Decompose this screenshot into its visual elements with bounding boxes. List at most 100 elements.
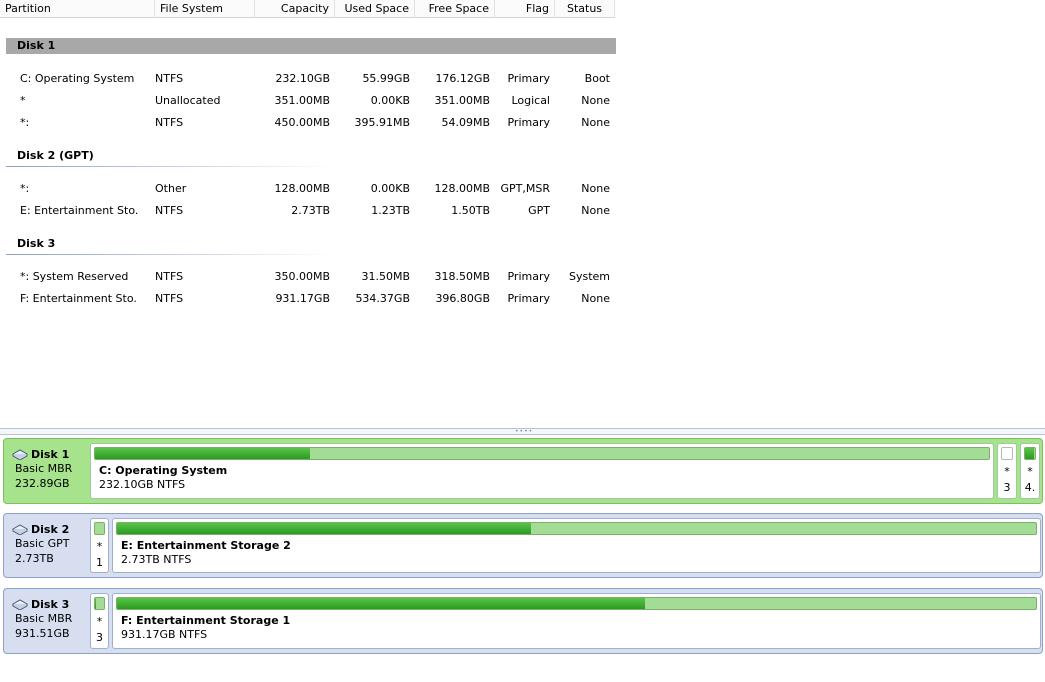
table-row[interactable]: E: Entertainment Sto... NTFS 2.73TB 1.23…	[0, 201, 620, 221]
cell-used-space: 55.99GB	[362, 72, 410, 85]
column-used-space[interactable]: Used Space	[335, 0, 415, 18]
partition-label: *	[1004, 465, 1010, 478]
cell-capacity: 450.00MB	[274, 116, 330, 129]
cell-partition: *	[20, 94, 26, 107]
cell-capacity: 351.00MB	[274, 94, 330, 107]
cell-file-system: NTFS	[155, 292, 184, 305]
usage-bar	[116, 597, 1037, 610]
cell-file-system: Unallocated	[155, 94, 221, 107]
usage-bar	[1024, 447, 1036, 460]
usage-fill	[117, 598, 645, 609]
partition-list[interactable]: Partition File System Capacity Used Spac…	[0, 0, 1045, 428]
cell-status: None	[581, 182, 610, 195]
column-file-system[interactable]: File System	[155, 0, 255, 18]
cell-free-space: 54.09MB	[441, 116, 490, 129]
disk-map-disk-2[interactable]: Disk 2 Basic GPT 2.73TB * 1 E: Entertain…	[3, 513, 1043, 578]
cell-partition: *:	[20, 182, 30, 195]
cell-partition: E: Entertainment Sto...	[20, 204, 138, 217]
disk-name: Disk 3	[31, 597, 70, 611]
partition-block[interactable]: C: Operating System 232.10GB NTFS	[90, 443, 994, 499]
cell-flag: GPT,MSR	[500, 182, 551, 195]
cell-flag: GPT	[528, 204, 550, 217]
cell-file-system: NTFS	[155, 72, 184, 85]
table-row[interactable]: *: NTFS 450.00MB 395.91MB 54.09MB Primar…	[0, 113, 620, 133]
partition-number: 3	[1003, 481, 1011, 494]
table-row[interactable]: * Unallocated 351.00MB 0.00KB 351.00MB L…	[0, 91, 620, 111]
disk-map-disk-3[interactable]: Disk 3 Basic MBR 931.51GB * 3 F: Enterta…	[3, 588, 1043, 654]
partition-block[interactable]: * 3	[90, 593, 109, 649]
cell-capacity: 350.00MB	[274, 270, 330, 283]
partition-number: 3	[96, 631, 103, 644]
hard-disk-icon	[12, 448, 28, 460]
cell-partition: C: Operating System	[20, 72, 135, 85]
cell-used-space: 534.37GB	[355, 292, 410, 305]
group-divider	[6, 166, 336, 167]
disk-group-title[interactable]: Disk 1	[6, 38, 616, 54]
partition-name: C: Operating System	[99, 464, 228, 477]
cell-free-space: 128.00MB	[434, 182, 490, 195]
cell-file-system: NTFS	[155, 204, 184, 217]
disk-group-title[interactable]: Disk 2 (GPT)	[6, 148, 616, 164]
partition-name: E: Entertainment Storage 2	[121, 539, 291, 552]
partition-desc: 232.10GB NTFS	[99, 478, 186, 491]
column-status[interactable]: Status	[555, 0, 615, 18]
table-row[interactable]: C: Operating System NTFS 232.10GB 55.99G…	[0, 69, 620, 89]
usage-fill	[117, 523, 531, 534]
partition-block[interactable]: * 1	[90, 518, 109, 573]
disk-map-disk-1[interactable]: Disk 1 Basic MBR 232.89GB C: Operating S…	[3, 438, 1043, 504]
partition-block[interactable]: * 3	[997, 443, 1017, 499]
splitter-grip-icon[interactable]: ••••	[515, 429, 533, 435]
cell-used-space: 1.23TB	[371, 204, 410, 217]
cell-free-space: 396.80GB	[435, 292, 490, 305]
partition-desc: 2.73TB NTFS	[121, 553, 192, 566]
cell-flag: Logical	[511, 94, 550, 107]
cell-status: None	[581, 116, 610, 129]
cell-flag: Primary	[507, 292, 550, 305]
cell-used-space: 0.00KB	[370, 94, 410, 107]
disk-size: 2.73TB	[15, 552, 54, 565]
partition-label: *	[96, 615, 103, 628]
table-row[interactable]: F: Entertainment Sto... NTFS 931.17GB 53…	[0, 289, 620, 309]
disk-size: 931.51GB	[15, 627, 70, 640]
cell-capacity: 232.10GB	[275, 72, 330, 85]
cell-flag: Primary	[507, 270, 550, 283]
disk-map: Disk 1 Basic MBR 232.89GB C: Operating S…	[0, 435, 1045, 682]
partition-name: F: Entertainment Storage 1	[121, 614, 291, 627]
usage-bar	[94, 522, 105, 535]
cell-used-space: 31.50MB	[361, 270, 410, 283]
usage-bar	[1001, 447, 1013, 460]
table-row[interactable]: *: Other 128.00MB 0.00KB 128.00MB GPT,MS…	[0, 179, 620, 199]
table-row[interactable]: *: System Reserved NTFS 350.00MB 31.50MB…	[0, 267, 620, 287]
partition-block[interactable]: F: Entertainment Storage 1 931.17GB NTFS	[112, 593, 1041, 649]
usage-fill	[95, 448, 311, 459]
disk-info: Disk 1 Basic MBR 232.89GB	[4, 439, 90, 503]
cell-flag: Primary	[507, 116, 550, 129]
cell-status: Boot	[584, 72, 610, 85]
hard-disk-icon	[12, 598, 28, 610]
partition-block[interactable]: * 4.	[1020, 443, 1040, 499]
disk-type: Basic MBR	[15, 462, 73, 475]
column-free-space[interactable]: Free Space	[415, 0, 495, 18]
usage-bar	[94, 597, 105, 610]
cell-status: None	[581, 204, 610, 217]
cell-status: System	[568, 270, 610, 283]
partition-block[interactable]: E: Entertainment Storage 2 2.73TB NTFS	[112, 518, 1041, 573]
pane-splitter[interactable]: ••••	[0, 428, 1045, 435]
group-divider	[6, 254, 336, 255]
disk-type: Basic GPT	[15, 537, 70, 550]
disk-name: Disk 2	[31, 522, 70, 536]
disk-type: Basic MBR	[15, 612, 73, 625]
column-capacity[interactable]: Capacity	[255, 0, 335, 18]
cell-used-space: 0.00KB	[370, 182, 410, 195]
cell-capacity: 2.73TB	[291, 204, 330, 217]
cell-status: None	[581, 292, 610, 305]
column-partition[interactable]: Partition	[0, 0, 155, 18]
partition-number: 1	[96, 556, 103, 569]
usage-bar	[94, 447, 990, 460]
disk-group-title[interactable]: Disk 3	[6, 236, 616, 252]
cell-used-space: 395.91MB	[354, 116, 410, 129]
column-flag[interactable]: Flag	[495, 0, 555, 18]
cell-capacity: 931.17GB	[275, 292, 330, 305]
disk-name: Disk 1	[31, 447, 70, 461]
cell-free-space: 176.12GB	[435, 72, 490, 85]
